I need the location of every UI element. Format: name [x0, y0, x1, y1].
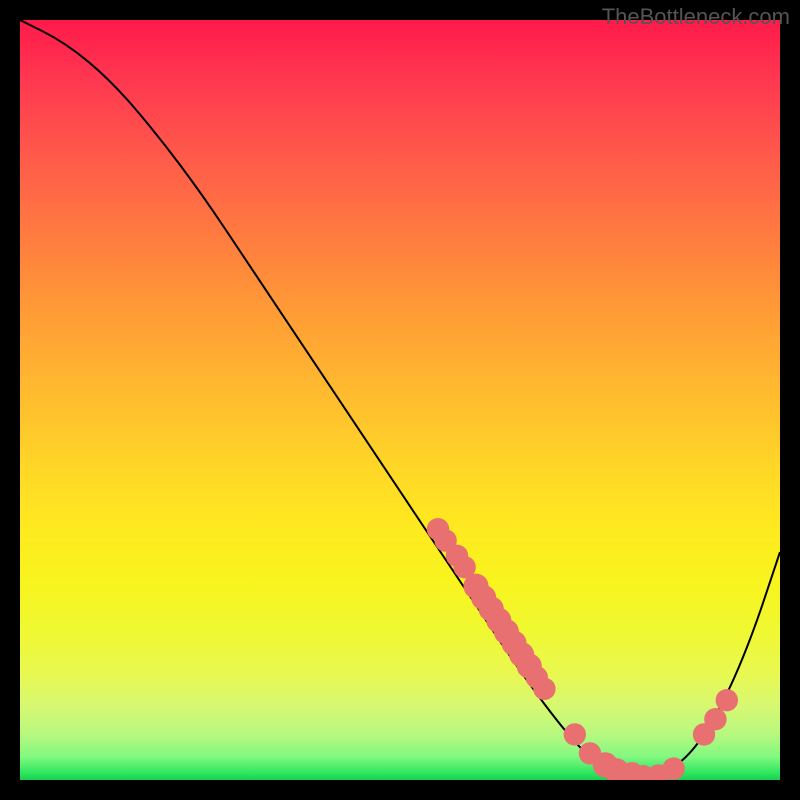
chart-container: [20, 20, 780, 780]
chart-svg: [20, 20, 780, 780]
data-marker: [716, 689, 738, 711]
bottleneck-curve: [20, 20, 780, 776]
data-marker: [564, 723, 586, 745]
data-markers: [427, 518, 738, 780]
watermark-text: TheBottleneck.com: [602, 4, 790, 30]
data-marker: [662, 757, 684, 779]
data-marker: [533, 678, 555, 700]
data-marker: [704, 708, 726, 730]
